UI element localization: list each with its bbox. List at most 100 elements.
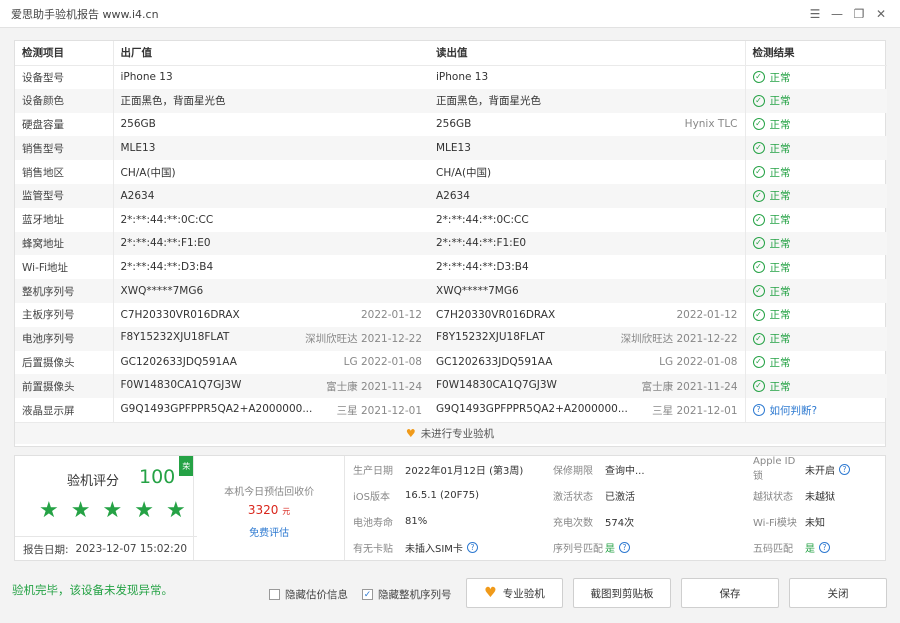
row-result: ✓ 正常	[744, 207, 887, 232]
row-result: ✓ 正常	[744, 160, 887, 184]
bottom-bar: 验机完毕，该设备未发现异常。 隐藏估价信息 ✓ 隐藏整机序列号 ♥ 专业验机 截…	[0, 576, 900, 611]
info-key: 越狱状态	[753, 491, 793, 503]
free-estimate-link[interactable]: 免费评估	[194, 524, 344, 539]
row-read-value: GC1202633JDQ591AA	[436, 356, 553, 369]
header-factory: 出厂值	[112, 41, 429, 66]
hide-price-box[interactable]	[269, 589, 280, 600]
how-to-judge-link[interactable]: 如何判断?	[770, 403, 818, 418]
close-button[interactable]: 关闭	[789, 578, 887, 608]
help-icon[interactable]: ?	[839, 463, 850, 475]
estimate-price-unit: 元	[282, 507, 291, 516]
info-value: 未越狱	[805, 488, 885, 503]
table-row: 主板序列号 C7H20330VR016DRAX 2022-01-12 C7H20330…	[15, 302, 887, 327]
menu-icon[interactable]: ☰	[804, 4, 826, 24]
info-key: 保修期限	[553, 465, 593, 477]
info-key: 充电次数	[553, 517, 593, 529]
info-value: 是?	[805, 540, 885, 555]
row-result: ✓ 正常	[744, 350, 887, 375]
check-circle-icon: ✓	[752, 118, 765, 131]
row-factory: XWQ*****7MG6	[112, 279, 429, 303]
hide-serial-box[interactable]: ✓	[362, 589, 373, 600]
minimize-icon[interactable]: —	[826, 4, 848, 24]
row-read-value: CH/A(中国)	[436, 166, 492, 179]
row-factory-value: 2*:**:44:**:F1:E0	[120, 237, 211, 250]
hide-serial-label: 隐藏整机序列号	[378, 589, 452, 601]
check-circle-icon: ✓	[752, 189, 765, 202]
copy-screenshot-button[interactable]: 截图到剪贴板	[573, 578, 671, 608]
row-item: 前置摄像头	[15, 374, 113, 399]
info-value-text: 未越狱	[805, 491, 835, 503]
check-circle-icon: ✓	[752, 380, 765, 393]
row-factory: G9Q1493GPFPPR5QA2+A2000000... 三星 2021-12-…	[112, 398, 429, 422]
row-item: 监管型号	[15, 183, 113, 208]
check-circle-icon: ✓	[752, 142, 765, 155]
row-result: ✓ 正常	[744, 255, 887, 280]
row-factory-note: 2022-01-12	[360, 308, 422, 321]
row-factory-value: CH/A(中国)	[120, 166, 176, 179]
info-value: 16.5.1 (20F75)	[405, 490, 553, 501]
row-item: 主板序列号	[22, 309, 75, 322]
row-factory-note: LG 2022-01-08	[343, 356, 422, 369]
info-value-text: 查询中...	[605, 465, 645, 477]
info-key: 生产日期	[353, 465, 393, 477]
row-factory-value: A2634	[120, 189, 155, 202]
row-factory: F0W14830CA1Q7GJ3W 富士康 2021-11-24	[112, 374, 429, 399]
row-result: ✓ 正常	[744, 88, 887, 113]
row-read: F0W14830CA1Q7GJ3W 富士康 2021-11-24	[429, 374, 745, 399]
info-value-text: 574次	[605, 517, 635, 529]
row-item: 蜂窝地址	[15, 231, 113, 256]
help-icon[interactable]: ?	[466, 541, 478, 553]
estimate-price-value: 3320	[247, 503, 279, 517]
row-result-text: 正常	[769, 380, 791, 393]
header-read: 读出值	[429, 41, 745, 66]
row-result-text: 正常	[769, 356, 791, 369]
pro-check-hint[interactable]: ♥ 未进行专业验机	[15, 421, 885, 444]
table-row: 设备颜色 正面黑色，背面星光色 正面黑色，背面星光色 ✓ 正常	[15, 88, 887, 113]
row-factory-value: 2*:**:44:**:D3:B4	[120, 261, 214, 274]
header-item: 检测项目	[15, 41, 113, 66]
row-factory-note: 富士康 2021-11-24	[326, 380, 422, 393]
row-read: GC1202633JDQ591AA LG 2022-01-08	[429, 351, 745, 375]
info-key: iOS版本	[353, 491, 390, 503]
info-value-text: 16.5.1 (20F75)	[405, 489, 479, 501]
row-factory-value: F0W14830CA1Q7GJ3W	[120, 378, 242, 391]
row-result[interactable]: ? 如何判断?	[744, 398, 887, 422]
info-value: 查询中...	[605, 462, 753, 477]
table-row: 整机序列号 XWQ*****7MG6 XWQ*****7MG6 ✓ 正常	[15, 279, 887, 303]
hide-price-label: 隐藏估价信息	[285, 589, 348, 601]
restore-icon[interactable]: ❐	[848, 4, 870, 24]
estimate-title: 本机今日预估回收价	[224, 487, 315, 498]
row-read: MLE13	[429, 136, 745, 161]
pro-check-button[interactable]: ♥ 专业验机	[466, 578, 563, 608]
help-icon[interactable]: ?	[619, 541, 630, 553]
row-result-text: 正常	[769, 214, 791, 227]
row-item: 蓝牙地址	[22, 214, 64, 227]
info-value: 已激活	[605, 488, 753, 503]
pro-check-icon: ♥	[405, 426, 416, 440]
estimate-price: 3320 元	[194, 503, 344, 517]
row-result-text: 正常	[769, 71, 791, 84]
row-factory-note: 深圳欣旺达 2021-12-22	[305, 333, 422, 346]
hide-price-checkbox[interactable]: 隐藏估价信息	[269, 587, 348, 602]
row-factory-value: 256GB	[120, 118, 156, 131]
row-result: ✓ 正常	[744, 183, 887, 208]
table-row: 销售地区 CH/A(中国) CH/A(中国) ✓ 正常	[15, 160, 887, 184]
row-read: A2634	[429, 183, 745, 208]
check-circle-icon: ✓	[752, 285, 765, 298]
star-icon: ★	[70, 498, 91, 523]
info-value: 81%	[405, 516, 553, 527]
row-read-value: 256GB	[436, 118, 472, 131]
table-row: Wi-Fi地址 2*:**:44:**:D3:B4 2*:**:44:**:D3:B…	[15, 255, 887, 280]
device-info-grid: 生产日期 2022年01月12日 (第3周) 保修期限 查询中... Apple ID锁…	[345, 456, 885, 560]
report-date-label: 报告日期:	[23, 543, 69, 556]
pro-check-button-label: 专业验机	[502, 587, 545, 600]
row-factory-value: G9Q1493GPFPPR5QA2+A2000000...	[120, 402, 313, 415]
close-icon[interactable]: ✕	[870, 4, 892, 24]
check-circle-icon: ✓	[752, 237, 765, 250]
hide-serial-checkbox[interactable]: ✓ 隐藏整机序列号	[362, 587, 452, 602]
save-button[interactable]: 保存	[681, 578, 779, 608]
help-icon[interactable]: ?	[819, 541, 830, 553]
row-result: ✓ 正常	[744, 65, 887, 89]
row-read: 2*:**:44:**:F1:E0	[429, 231, 745, 256]
row-read-value: iPhone 13	[436, 71, 489, 84]
